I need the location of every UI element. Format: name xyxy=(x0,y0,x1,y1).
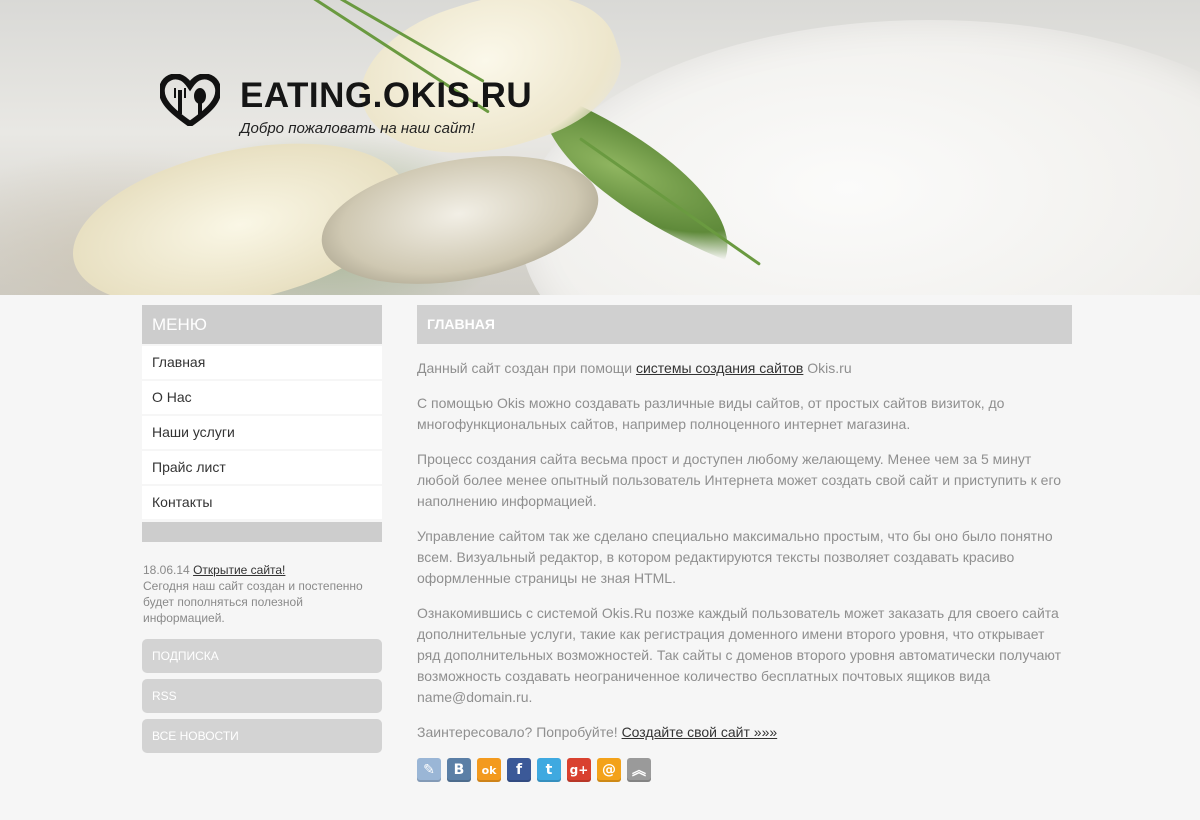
paragraph-text: Данный сайт создан при помощи xyxy=(417,360,636,376)
main-content: Данный сайт создан при помощи системы со… xyxy=(417,358,1067,757)
news-block: 18.06.14 Открытие сайта! Сегодня наш сай… xyxy=(143,562,381,626)
site-builder-link[interactable]: системы создания сайтов xyxy=(636,360,803,376)
site-subtitle: Добро пожаловать на наш сайт! xyxy=(240,120,475,137)
header-banner xyxy=(0,0,1200,295)
news-date: 18.06.14 xyxy=(143,563,190,577)
share-buttons: ✎ В ok f t g+ @ ︽ xyxy=(417,758,651,782)
page-title: ГЛАВНАЯ xyxy=(417,305,1072,344)
google-plus-icon[interactable]: g+ xyxy=(567,758,591,782)
menu-item-about[interactable]: О Нас xyxy=(142,381,382,414)
subscribe-button[interactable]: ПОДПИСКА xyxy=(142,639,382,673)
news-text: Сегодня наш сайт создан и постепенно буд… xyxy=(143,579,363,625)
paragraph: С помощью Okis можно создавать различные… xyxy=(417,395,1005,432)
rss-button[interactable]: RSS xyxy=(142,679,382,713)
menu-item-pricelist[interactable]: Прайс лист xyxy=(142,451,382,484)
more-icon[interactable]: ︽ xyxy=(627,758,651,782)
facebook-icon[interactable]: f xyxy=(507,758,531,782)
menu-item-contacts[interactable]: Контакты xyxy=(142,486,382,519)
all-news-button[interactable]: ВСЕ НОВОСТИ xyxy=(142,719,382,753)
menu-item-home[interactable]: Главная xyxy=(142,346,382,379)
odnoklassniki-icon[interactable]: ok xyxy=(477,758,501,782)
vkontakte-icon[interactable]: В xyxy=(447,758,471,782)
paragraph: Процесс создания сайта весьма прост и до… xyxy=(417,451,1062,509)
paragraph-text: Заинтересовало? Попробуйте! xyxy=(417,724,622,740)
logo-icon[interactable] xyxy=(160,74,220,126)
menu-item-services[interactable]: Наши услуги xyxy=(142,416,382,449)
paragraph: Управление сайтом так же сделано специал… xyxy=(417,528,1053,586)
livejournal-icon[interactable]: ✎ xyxy=(417,758,441,782)
twitter-icon[interactable]: t xyxy=(537,758,561,782)
mailru-icon[interactable]: @ xyxy=(597,758,621,782)
paragraph: Заинтересовало? Попробуйте! Создайте сво… xyxy=(417,722,1067,743)
site-title[interactable]: EATING.OKIS.RU xyxy=(240,76,532,116)
create-site-link[interactable]: Создайте свой сайт »»» xyxy=(622,724,778,740)
paragraph: Данный сайт создан при помощи системы со… xyxy=(417,358,1067,379)
menu-title: МЕНЮ xyxy=(142,305,382,344)
paragraph-text: Okis.ru xyxy=(803,360,852,376)
menu-footer-bar xyxy=(142,522,382,542)
paragraph: Ознакомившись с системой Okis.Ru позже к… xyxy=(417,605,1062,705)
news-link[interactable]: Открытие сайта! xyxy=(193,563,285,577)
